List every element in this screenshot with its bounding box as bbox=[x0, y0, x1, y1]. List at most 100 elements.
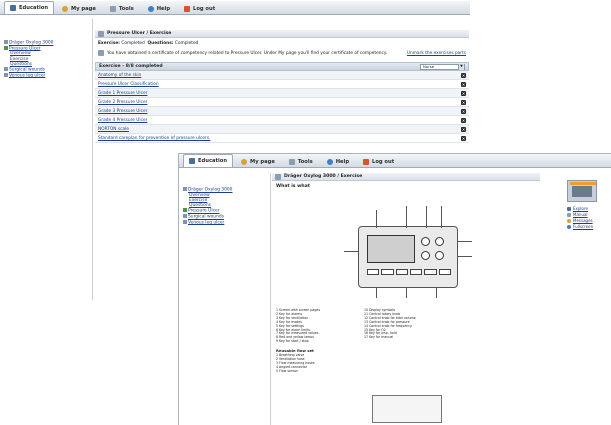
tree-item-venous-leg-ulcer[interactable]: Venous leg ulcer bbox=[183, 219, 270, 226]
log-out-icon bbox=[363, 158, 370, 165]
completed-mark-icon[interactable]: ✕ bbox=[461, 90, 466, 96]
tab-log-out[interactable]: Log out bbox=[357, 155, 400, 167]
help-icon bbox=[147, 5, 154, 12]
legend-column-right: 10 Display symbols 11 Central rotary knob… bbox=[364, 308, 416, 340]
tab-log-out[interactable]: Log out bbox=[178, 2, 221, 14]
knob bbox=[421, 251, 430, 260]
diagram-legend: 1 Screen with screen pages 2 Key for alar… bbox=[272, 306, 540, 344]
exercise-row: Standard careplan for prevention of pres… bbox=[95, 134, 469, 143]
panel-title: Pressure Ulcer / Exercise bbox=[95, 30, 469, 38]
check-icon bbox=[183, 208, 187, 213]
flow-set-illustration bbox=[372, 395, 442, 423]
course-tree-sidebar: Dräger Oxylog 3000 Pressure Ulcer Overvi… bbox=[0, 19, 93, 300]
exercise-row: Grade 1 Pressure Ulcer ✕ bbox=[95, 89, 469, 98]
tab-help[interactable]: Help bbox=[142, 2, 176, 14]
completed-mark-icon[interactable]: ✕ bbox=[461, 99, 466, 105]
tab-help[interactable]: Help bbox=[321, 155, 355, 167]
device-button-row bbox=[367, 269, 451, 275]
callout-line bbox=[406, 288, 407, 298]
completed-mark-icon[interactable]: ✕ bbox=[461, 81, 466, 87]
thumbnail-header bbox=[570, 182, 596, 185]
knob bbox=[435, 251, 444, 260]
knob bbox=[435, 237, 444, 246]
callout-line bbox=[436, 288, 437, 298]
page-icon bbox=[98, 30, 104, 37]
device-links: Explore Manual Messages Fullscreen bbox=[567, 206, 611, 230]
ventilator-diagram bbox=[316, 196, 496, 306]
chevron-down-icon: ▼ bbox=[458, 63, 464, 70]
callout-line bbox=[344, 251, 358, 252]
ventilator-device-illustration bbox=[358, 226, 458, 288]
tab-education[interactable]: Education bbox=[4, 1, 55, 14]
thumbnail-screen bbox=[572, 186, 592, 197]
top-navigation-bar: Education My page Tools Help Log out bbox=[179, 154, 611, 168]
callout-line bbox=[458, 241, 472, 242]
fullscreen-icon bbox=[567, 225, 571, 229]
legend-column-left: 1 Screen with screen pages 2 Key for alar… bbox=[276, 308, 321, 344]
knob bbox=[421, 237, 430, 246]
check-icon bbox=[4, 45, 8, 50]
callout-line bbox=[406, 206, 407, 228]
exercise-row: Anatomy of the skin ✕ bbox=[95, 71, 469, 80]
callout-line bbox=[458, 256, 472, 257]
certificate-icon bbox=[98, 50, 104, 56]
completed-mark-icon[interactable]: ✕ bbox=[461, 135, 466, 141]
tab-education[interactable]: Education bbox=[183, 154, 234, 167]
tab-my-page[interactable]: My page bbox=[56, 2, 102, 14]
completion-status: Exercise: Completed Questions: Completed bbox=[98, 41, 199, 46]
tab-my-page[interactable]: My page bbox=[235, 155, 281, 167]
completed-mark-icon[interactable]: ✕ bbox=[461, 117, 466, 123]
device-thumbnail[interactable] bbox=[567, 180, 597, 202]
completed-mark-icon[interactable]: ✕ bbox=[461, 126, 466, 132]
folder-icon bbox=[4, 67, 8, 72]
exercise-row: Pressure Ulcer Classification ✕ bbox=[95, 80, 469, 89]
exercise-row: Grade 4 Pressure Ulcer ✕ bbox=[95, 116, 469, 125]
log-out-icon bbox=[184, 5, 191, 12]
exercise-list: Anatomy of the skin ✕ Pressure Ulcer Clas… bbox=[95, 71, 469, 143]
help-icon bbox=[326, 158, 333, 165]
callout-line bbox=[376, 288, 377, 298]
folder-icon bbox=[183, 187, 187, 191]
folder-icon bbox=[4, 72, 8, 77]
exercise-row: NORTON scale ✕ bbox=[95, 125, 469, 134]
device-thumbnail-panel: Explore Manual Messages Fullscreen bbox=[567, 180, 611, 230]
role-select[interactable]: Nurse ▼ bbox=[420, 63, 465, 70]
callout-line bbox=[426, 206, 427, 228]
reusable-flow-set-list: 1 Breathing valve 2 Ventilation hose 3 F… bbox=[276, 353, 315, 373]
device-screen bbox=[367, 235, 415, 263]
tab-tools[interactable]: Tools bbox=[283, 155, 319, 167]
foreground-window: Education My page Tools Help Log out Drä… bbox=[178, 153, 611, 425]
education-icon bbox=[189, 158, 195, 164]
manual-icon bbox=[567, 213, 571, 217]
explore-icon bbox=[567, 207, 571, 211]
tab-tools[interactable]: Tools bbox=[104, 2, 140, 14]
completed-mark-icon[interactable]: ✕ bbox=[461, 108, 466, 114]
folder-icon bbox=[183, 219, 187, 224]
completed-mark-icon[interactable]: ✕ bbox=[461, 72, 466, 78]
exercise-row: Grade 2 Pressure Ulcer ✕ bbox=[95, 98, 469, 107]
exercise-row: Grade 3 Pressure Ulcer ✕ bbox=[95, 107, 469, 116]
my-page-icon bbox=[62, 5, 69, 12]
callout-line bbox=[441, 206, 442, 228]
exercise-list-header: Exercise - 8/8 completed Nurse ▼ bbox=[95, 62, 469, 71]
messages-icon bbox=[567, 219, 571, 223]
tree-item-venous-leg-ulcer[interactable]: Venous leg ulcer bbox=[4, 72, 92, 79]
folder-icon bbox=[183, 214, 187, 219]
reusable-flow-set-title: Reusable flow set bbox=[276, 348, 314, 354]
callout-line bbox=[376, 210, 377, 228]
certificate-notice: You have obtained a certificate of compe… bbox=[95, 46, 469, 60]
fullscreen-link[interactable]: Fullscreen bbox=[567, 224, 611, 230]
tools-icon bbox=[288, 158, 295, 165]
course-tree-sidebar: Dräger Oxylog 3000 Overview Exercise Que… bbox=[179, 173, 271, 425]
page-icon bbox=[275, 173, 281, 180]
section-heading: What is what bbox=[276, 184, 310, 189]
exercise-panel: Pressure Ulcer / Exercise Exercise: Comp… bbox=[95, 30, 469, 143]
unmark-exercises-link[interactable]: Unmark the exercises parts bbox=[407, 51, 466, 56]
device-exercise-panel: Dräger Oxylog 3000 / Exercise What is wh… bbox=[272, 173, 540, 425]
tools-icon bbox=[109, 5, 116, 12]
folder-icon bbox=[4, 40, 8, 44]
panel-title: Dräger Oxylog 3000 / Exercise bbox=[272, 173, 540, 181]
top-navigation-bar: Education My page Tools Help Log out bbox=[0, 1, 470, 15]
my-page-icon bbox=[241, 158, 248, 165]
education-icon bbox=[10, 5, 16, 11]
